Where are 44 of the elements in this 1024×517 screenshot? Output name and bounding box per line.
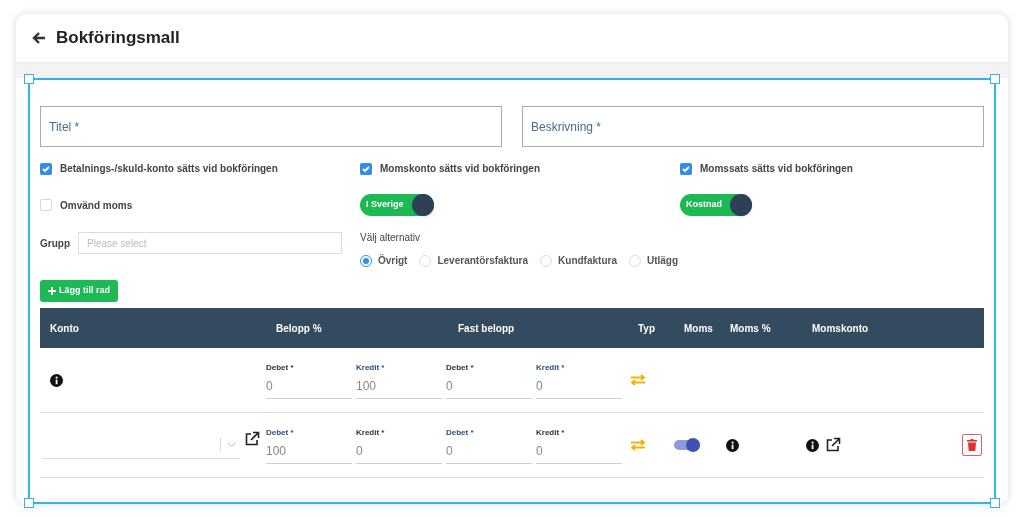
resize-handle[interactable] — [990, 498, 1000, 508]
amount-field[interactable]: Kredit * 0 — [536, 361, 622, 399]
resize-handle[interactable] — [24, 498, 34, 508]
checkbox-label: Omvänd moms — [60, 198, 133, 213]
options-label: Välj alternativ — [360, 231, 422, 245]
checkbox[interactable] — [680, 162, 692, 175]
info-icon — [806, 438, 819, 452]
resize-handle[interactable] — [990, 74, 1000, 84]
checkbox[interactable] — [40, 199, 52, 211]
table-header: Konto Belopp % Fast belopp Typ Moms Moms % Momskonto — [40, 308, 984, 348]
amount-field[interactable]: Debet * 0 — [446, 361, 532, 399]
chevron-down-icon — [227, 441, 236, 448]
info-icon — [726, 438, 739, 452]
amount-field[interactable]: Debet * 0 — [446, 426, 532, 464]
text-field[interactable]: Titel * — [40, 106, 502, 147]
swap-icon[interactable] — [630, 374, 646, 386]
radio-option[interactable]: Utlägg — [628, 253, 679, 268]
amount-field[interactable]: Debet * 100 — [266, 426, 352, 464]
checkbox[interactable] — [40, 162, 52, 175]
amount-field[interactable]: Kredit * 0 — [536, 426, 622, 464]
amount-field[interactable]: Debet * 0 — [266, 361, 352, 399]
plus-icon — [48, 287, 56, 295]
resize-handle[interactable] — [24, 74, 34, 84]
info-icon — [50, 373, 63, 387]
vat-toggle[interactable] — [674, 440, 700, 450]
group-select[interactable]: Please select — [78, 232, 342, 254]
checkbox-label: Momskonto sätts vid bokföringen — [380, 162, 540, 176]
page-title: Bokföringsmall — [56, 27, 180, 50]
radio-option[interactable]: Övrigt — [360, 253, 408, 268]
external-link-icon[interactable] — [244, 431, 260, 447]
checkbox-label: Momssats sätts vid bokföringen — [700, 162, 853, 176]
text-field[interactable]: Beskrivning * — [522, 106, 984, 147]
checkbox[interactable] — [360, 162, 372, 175]
amount-field[interactable]: Kredit * 0 — [356, 426, 442, 464]
back-arrow-icon[interactable] — [32, 31, 46, 45]
radio-option[interactable]: Leverantörsfaktura — [419, 253, 529, 268]
swap-icon[interactable] — [630, 439, 646, 451]
external-link-icon[interactable] — [825, 437, 841, 453]
checkbox-label: Betalnings-/skuld-konto sätts vid bokföringen — [60, 162, 278, 176]
amount-field[interactable]: Kredit * 100 — [356, 361, 442, 399]
trash-icon — [967, 439, 977, 451]
delete-button[interactable] — [962, 434, 982, 456]
group-label: Grupp — [40, 236, 70, 251]
radio-option[interactable]: Kundfaktura — [540, 253, 617, 268]
